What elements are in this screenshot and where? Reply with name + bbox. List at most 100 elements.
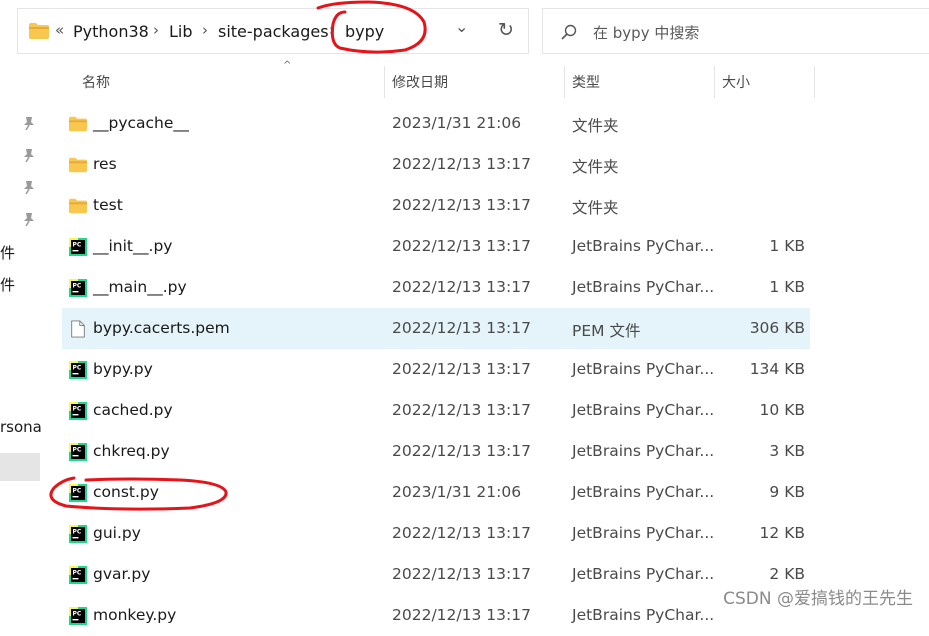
file-type: JetBrains PyChar... <box>572 278 715 296</box>
pin-icon[interactable] <box>22 212 36 226</box>
pin-icon[interactable] <box>22 148 36 162</box>
file-name: chkreq.py <box>93 442 170 460</box>
search-placeholder: 在 bypy 中搜索 <box>593 24 700 42</box>
file-row[interactable]: __pycache__ 2023/1/31 21:06 文件夹 <box>62 103 810 144</box>
column-header-name[interactable]: 名称 <box>82 72 110 92</box>
file-row[interactable]: bypy.cacerts.pem 2022/12/13 13:17 PEM 文件 30… <box>62 308 810 349</box>
file-row[interactable]: PC cached.py 2022/12/13 13:17 JetBrains PyC… <box>62 390 810 431</box>
nav-item-label[interactable]: 件 <box>0 242 15 263</box>
column-divider[interactable] <box>814 66 815 98</box>
breadcrumb-separator[interactable]: › <box>329 21 335 39</box>
svg-text:PC: PC <box>73 529 82 536</box>
nav-item-label[interactable]: 件 <box>0 274 15 295</box>
folder-icon <box>69 198 87 214</box>
file-row[interactable]: PC gui.py 2022/12/13 13:17 JetBrains PyChar… <box>62 513 810 554</box>
column-header-date[interactable]: 修改日期 <box>392 72 448 92</box>
column-header-size[interactable]: 大小 <box>722 72 750 92</box>
file-size: 306 KB <box>749 319 805 337</box>
pycharm-file-icon: PC <box>69 402 87 420</box>
pycharm-file-icon: PC <box>69 607 87 625</box>
pycharm-file-icon: PC <box>69 361 87 379</box>
file-date: 2022/12/13 13:17 <box>392 442 531 460</box>
file-date: 2022/12/13 13:17 <box>392 196 531 214</box>
pycharm-file-icon: PC <box>69 279 87 297</box>
svg-text:PC: PC <box>73 283 82 290</box>
file-type: JetBrains PyChar... <box>572 360 715 378</box>
file-name: __init__.py <box>93 237 173 255</box>
file-type: JetBrains PyChar... <box>572 483 715 501</box>
svg-text:PC: PC <box>73 365 82 372</box>
file-row[interactable]: test 2022/12/13 13:17 文件夹 <box>62 185 810 226</box>
column-header-row: ^ 名称 修改日期 类型 大小 <box>62 60 822 98</box>
file-type: 文件夹 <box>572 158 619 176</box>
file-name: gvar.py <box>93 565 151 583</box>
file-type: JetBrains PyChar... <box>572 442 715 460</box>
column-divider[interactable] <box>384 66 385 98</box>
watermark: CSDN @爱搞钱的王先生 <box>723 589 913 609</box>
nav-item-label[interactable]: rsona <box>0 418 42 436</box>
file-size: 1 KB <box>769 237 805 255</box>
file-row[interactable]: PC chkreq.py 2022/12/13 13:17 JetBrains PyC… <box>62 431 810 472</box>
file-type: 文件夹 <box>572 117 619 135</box>
file-row[interactable]: PC __init__.py 2022/12/13 13:17 JetBrains P… <box>62 226 810 267</box>
file-size: 134 KB <box>749 360 805 378</box>
file-row[interactable]: PC bypy.py 2022/12/13 13:17 JetBrains PyCha… <box>62 349 810 390</box>
column-divider[interactable] <box>714 66 715 98</box>
folder-icon <box>29 23 49 39</box>
pycharm-file-icon: PC <box>69 525 87 543</box>
file-type: JetBrains PyChar... <box>572 524 715 542</box>
file-type: 文件夹 <box>572 199 619 217</box>
breadcrumb-separator[interactable]: › <box>202 21 208 39</box>
overflow-chevron[interactable]: « <box>55 21 64 39</box>
breadcrumb-separator[interactable]: › <box>153 21 159 39</box>
breadcrumb-site-packages[interactable]: site-packages <box>218 22 329 41</box>
file-size: 2 KB <box>769 565 805 583</box>
pin-icon[interactable] <box>22 180 36 194</box>
file-name: const.py <box>93 483 159 501</box>
svg-text:PC: PC <box>73 488 82 495</box>
document-icon <box>71 320 85 338</box>
file-row[interactable]: res 2022/12/13 13:17 文件夹 <box>62 144 810 185</box>
file-name: bypy.cacerts.pem <box>93 319 230 337</box>
refresh-icon[interactable]: ↻ <box>498 19 514 41</box>
file-date: 2022/12/13 13:17 <box>392 237 531 255</box>
pycharm-file-icon: PC <box>69 566 87 584</box>
file-type: PEM 文件 <box>572 322 641 340</box>
file-name: bypy.py <box>93 360 153 378</box>
file-name: gui.py <box>93 524 141 542</box>
file-name: res <box>93 155 117 173</box>
file-row[interactable]: PC const.py 2023/1/31 21:06 JetBrains PyCha… <box>62 472 810 513</box>
pycharm-file-icon: PC <box>69 484 87 502</box>
file-row[interactable]: PC __main__.py 2022/12/13 13:17 JetBrains P… <box>62 267 810 308</box>
svg-text:PC: PC <box>73 406 82 413</box>
breadcrumb-bypy[interactable]: bypy <box>345 22 384 41</box>
file-date: 2022/12/13 13:17 <box>392 524 531 542</box>
file-name: cached.py <box>93 401 173 419</box>
file-date: 2022/12/13 13:17 <box>392 565 531 583</box>
address-bar[interactable]: « Python38 › Lib › site-packages › bypy … <box>17 8 529 54</box>
column-divider[interactable] <box>564 66 565 98</box>
search-icon <box>561 24 577 40</box>
file-date: 2022/12/13 13:17 <box>392 155 531 173</box>
file-row[interactable]: PC gvar.py 2022/12/13 13:17 JetBrains PyCha… <box>62 554 810 595</box>
file-name: test <box>93 196 123 214</box>
file-size: 3 KB <box>769 442 805 460</box>
history-dropdown-icon[interactable]: ⌄ <box>455 17 468 36</box>
file-date: 2022/12/13 13:17 <box>392 278 531 296</box>
file-type: JetBrains PyChar... <box>572 237 715 255</box>
file-type: JetBrains PyChar... <box>572 565 715 583</box>
navigation-pane: 件 件 rsona <box>0 60 42 617</box>
file-date: 2022/12/13 13:17 <box>392 319 531 337</box>
pin-icon[interactable] <box>22 116 36 130</box>
file-name: monkey.py <box>93 606 177 624</box>
nav-selected-item[interactable] <box>0 453 40 481</box>
svg-text:PC: PC <box>73 570 82 577</box>
column-header-type[interactable]: 类型 <box>572 72 600 92</box>
breadcrumb-lib[interactable]: Lib <box>169 22 193 41</box>
file-date: 2022/12/13 13:17 <box>392 360 531 378</box>
breadcrumb-python38[interactable]: Python38 <box>73 22 149 41</box>
file-date: 2023/1/31 21:06 <box>392 483 522 501</box>
search-box[interactable]: 在 bypy 中搜索 <box>542 8 929 54</box>
folder-icon <box>69 116 87 132</box>
file-row[interactable]: PC monkey.py 2022/12/13 13:17 JetBrains PyC… <box>62 595 810 636</box>
